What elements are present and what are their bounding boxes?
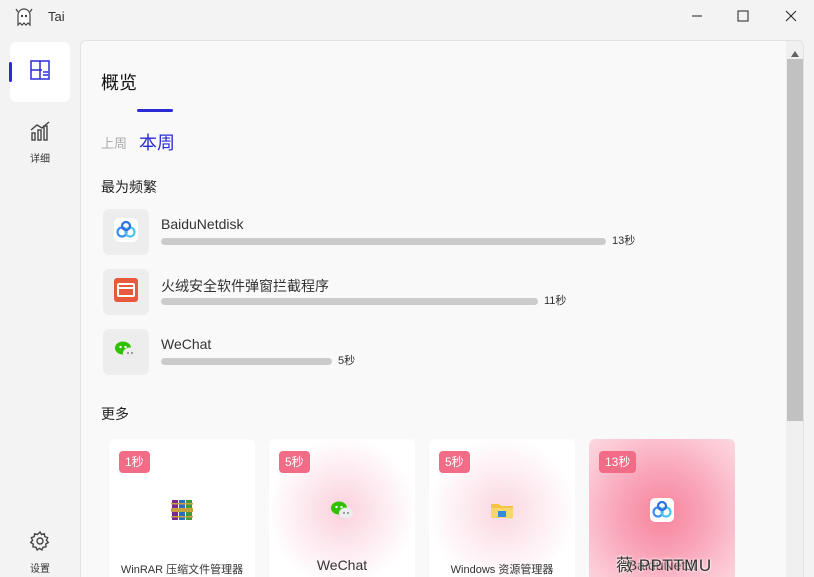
window-title: Tai (48, 9, 65, 24)
frequent-item-icon-box (103, 269, 149, 315)
tab-this-week[interactable]: 本周 (139, 129, 175, 155)
usage-bar (161, 358, 332, 365)
minimize-button[interactable] (674, 0, 720, 32)
duration-badge: 5秒 (439, 451, 470, 473)
frequent-item-icon-box (103, 329, 149, 375)
app-card-explorer[interactable]: 5秒 Windows 资源管理器 (429, 439, 575, 577)
section-title-more: 更多 (101, 406, 129, 422)
watermark: 薇 PPTTMU (616, 556, 712, 575)
tab-active-underline (137, 109, 173, 112)
frequent-item-icon-box (103, 209, 149, 255)
vertical-scrollbar[interactable] (786, 41, 803, 577)
app-card-name: Windows 资源管理器 (450, 564, 554, 576)
nav-detail-label: 详细 (30, 153, 50, 165)
wechat-icon (113, 337, 139, 368)
usage-bar (161, 298, 538, 305)
nav-overview[interactable] (9, 42, 70, 102)
app-logo-icon (14, 7, 34, 27)
section-title-frequent: 最为频繁 (101, 179, 157, 195)
page-title: 概览 (101, 73, 137, 93)
chart-icon (29, 120, 51, 147)
baidunetdisk-icon (649, 497, 675, 523)
tab-last-week[interactable]: 上周 (101, 133, 127, 152)
gear-icon (29, 530, 51, 557)
app-card-winrar[interactable]: 1秒 WinRAR 压缩文件管理器 (109, 439, 255, 577)
nav-active-indicator (9, 62, 12, 82)
winrar-icon (169, 497, 195, 523)
nav-detail[interactable]: 详细 (10, 112, 70, 172)
app-card-name: WeChat (316, 557, 368, 573)
wechat-icon (329, 497, 355, 523)
duration-badge: 5秒 (279, 451, 310, 473)
title-bar: Tai (0, 0, 814, 34)
usage-time: 13秒 (612, 235, 636, 247)
frequent-item-name: 火绒安全软件弹窗拦截程序 (161, 278, 329, 294)
close-button[interactable] (768, 0, 814, 32)
app-card-wechat[interactable]: 5秒 WeChat (269, 439, 415, 577)
huorong-icon (113, 277, 139, 308)
frequent-item-name: BaiduNetdisk (161, 216, 244, 232)
usage-bar (161, 238, 606, 245)
main-panel: 概览 上周 本周 最为频繁 BaiduNetdisk 13秒 火绒安全软件弹窗拦… (80, 40, 804, 577)
duration-badge: 1秒 (119, 451, 150, 473)
nav-settings-label: 设置 (30, 563, 50, 575)
usage-time: 5秒 (338, 355, 356, 367)
nav-settings[interactable]: 设置 (10, 522, 70, 577)
app-card-name: WinRAR 压缩文件管理器 (120, 564, 244, 576)
baidunetdisk-icon (113, 217, 139, 248)
frequent-item-name: WeChat (161, 336, 212, 352)
frequent-item-wechat[interactable]: WeChat 5秒 (103, 329, 663, 377)
frequent-item-huorong[interactable]: 火绒安全软件弹窗拦截程序 11秒 (103, 269, 663, 317)
usage-time: 11秒 (544, 295, 567, 307)
folder-icon (489, 497, 515, 523)
dashboard-icon (29, 59, 51, 86)
frequent-item-baidunetdisk[interactable]: BaiduNetdisk 13秒 (103, 209, 663, 257)
scrollbar-thumb[interactable] (787, 59, 803, 421)
duration-badge: 13秒 (599, 451, 637, 473)
maximize-button[interactable] (720, 0, 766, 32)
